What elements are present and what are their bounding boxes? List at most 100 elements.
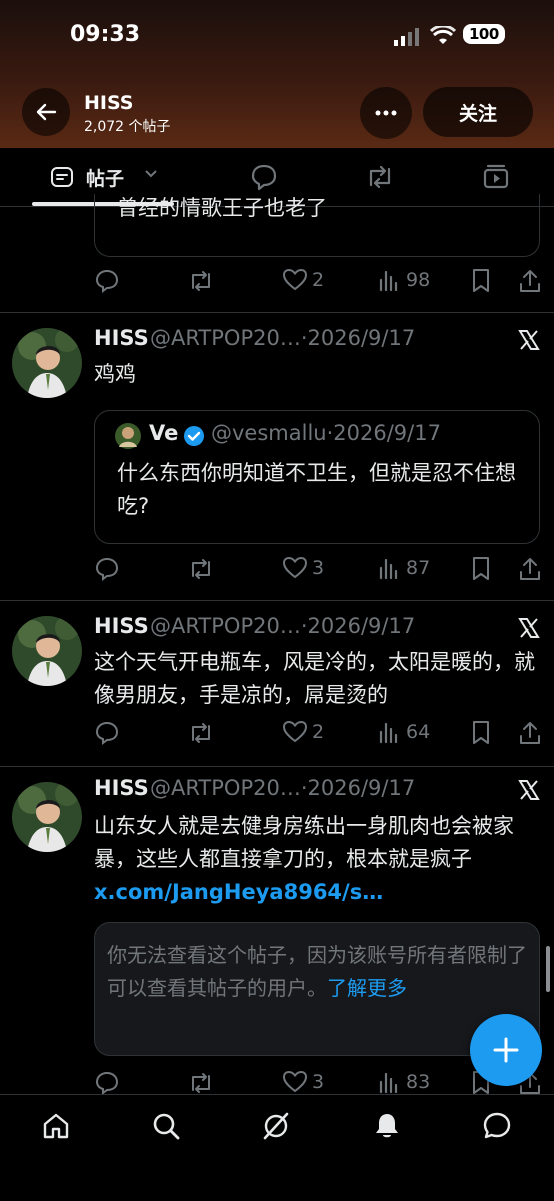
like-count: 3 bbox=[312, 557, 325, 579]
learn-more-link[interactable]: 了解更多 bbox=[327, 976, 407, 1000]
battery-indicator: 100 bbox=[463, 24, 505, 44]
messages-icon[interactable] bbox=[482, 1111, 512, 1141]
back-button[interactable] bbox=[22, 88, 70, 136]
view-count: 87 bbox=[406, 557, 431, 579]
reply-icon[interactable] bbox=[94, 556, 120, 582]
like-count: 2 bbox=[312, 269, 325, 291]
media-tab-icon[interactable] bbox=[482, 163, 510, 191]
share-icon[interactable] bbox=[518, 556, 542, 582]
author-handle-date[interactable]: @ARTPOP20…·2026/9/17 bbox=[150, 614, 415, 638]
grok-icon[interactable] bbox=[261, 1111, 291, 1141]
replies-tab-icon[interactable] bbox=[250, 163, 278, 191]
author-handle-date[interactable]: @ARTPOP20…·2026/9/17 bbox=[150, 326, 415, 350]
view-count: 64 bbox=[406, 721, 431, 743]
author-name[interactable]: HISS bbox=[94, 776, 149, 800]
views-button[interactable]: 87 bbox=[378, 556, 430, 580]
like-button[interactable]: 2 bbox=[282, 268, 324, 292]
quoted-avatar bbox=[115, 423, 141, 449]
tab-posts-label: 帖子 bbox=[86, 168, 125, 190]
views-icon bbox=[379, 722, 398, 744]
like-button[interactable]: 3 bbox=[282, 1070, 324, 1094]
views-button[interactable]: 98 bbox=[378, 268, 430, 292]
quoted-post-text: 什么东西你明知道不卫生，但就是忍不住想吃? bbox=[117, 461, 516, 518]
notifications-bell-icon[interactable] bbox=[372, 1111, 402, 1141]
reposts-tab-icon[interactable] bbox=[365, 163, 395, 191]
quoted-post-text: 曾经的情歌王子也老了 bbox=[117, 196, 327, 220]
signal-icon bbox=[394, 28, 419, 46]
verified-badge-icon bbox=[184, 426, 204, 446]
views-button[interactable]: 83 bbox=[378, 1070, 430, 1094]
heart-icon bbox=[282, 556, 308, 579]
post-text-block: 山东女人就是去健身房练出一身肌肉也会被家暴，这些人都直接拿刀的，根本就是疯子 x… bbox=[94, 810, 539, 909]
reply-icon[interactable] bbox=[94, 268, 120, 294]
home-icon[interactable] bbox=[41, 1111, 71, 1141]
status-time: 09:33 bbox=[70, 22, 141, 47]
post-text: 山东女人就是去健身房练出一身肌肉也会被家暴，这些人都直接拿刀的，根本就是疯子 bbox=[94, 814, 514, 871]
plus-icon bbox=[493, 1037, 519, 1063]
heart-icon bbox=[282, 720, 308, 743]
views-icon bbox=[379, 1072, 398, 1094]
search-icon[interactable] bbox=[151, 1111, 181, 1141]
repost-icon[interactable] bbox=[188, 1070, 214, 1096]
post-count: 2,072 个帖子 bbox=[84, 119, 171, 135]
author-handle-date[interactable]: @ARTPOP20…·2026/9/17 bbox=[150, 776, 415, 800]
arrow-left-icon bbox=[36, 103, 57, 121]
avatar-image bbox=[12, 616, 82, 686]
bottom-navigation bbox=[0, 1094, 554, 1201]
avatar-image bbox=[12, 782, 82, 852]
avatar[interactable] bbox=[12, 328, 82, 398]
notice-text: 你无法查看这个帖子，因为该账号所有者限制了可以查看其帖子的用户。 bbox=[107, 943, 527, 1000]
repost-icon[interactable] bbox=[188, 720, 214, 746]
view-count: 98 bbox=[406, 269, 431, 291]
bookmark-icon[interactable] bbox=[470, 268, 492, 294]
view-count: 83 bbox=[406, 1071, 431, 1093]
share-icon[interactable] bbox=[518, 720, 542, 746]
like-button[interactable]: 2 bbox=[282, 720, 324, 744]
bookmark-icon[interactable] bbox=[470, 720, 492, 746]
author-name[interactable]: HISS bbox=[94, 614, 149, 638]
avatar-image bbox=[12, 328, 82, 398]
wifi-icon bbox=[430, 26, 456, 44]
status-bar: 09:33 100 bbox=[0, 22, 554, 52]
post-item[interactable]: 曾经的情歌王子也老了 2 98 bbox=[0, 194, 554, 313]
heart-icon bbox=[282, 268, 308, 291]
like-count: 3 bbox=[312, 1071, 325, 1093]
post-text: 这个天气开电瓶车，风是冷的，太阳是暖的，就像男朋友，手是凉的，屌是烫的 bbox=[94, 650, 535, 707]
post-link[interactable]: x.com/JangHeya8964/s… bbox=[94, 880, 383, 904]
like-count: 2 bbox=[312, 721, 325, 743]
scrollbar[interactable] bbox=[546, 946, 550, 992]
quoted-author-meta: @vesmallu·2026/9/17 bbox=[211, 421, 441, 445]
quoted-post[interactable]: Ve @vesmallu·2026/9/17 什么东西你明知道不卫生，但就是忍不… bbox=[94, 410, 540, 544]
chevron-down-icon bbox=[145, 170, 157, 178]
more-options-button[interactable] bbox=[360, 87, 412, 139]
x-logo-icon bbox=[518, 780, 540, 800]
like-button[interactable]: 3 bbox=[282, 556, 324, 580]
heart-icon bbox=[282, 1070, 308, 1093]
repost-icon[interactable] bbox=[188, 268, 214, 294]
avatar[interactable] bbox=[12, 616, 82, 686]
reply-icon[interactable] bbox=[94, 1070, 120, 1096]
follow-button[interactable]: 关注 bbox=[423, 87, 533, 137]
post-list-icon bbox=[51, 167, 73, 187]
x-logo-icon bbox=[518, 330, 540, 350]
x-logo-icon bbox=[518, 618, 540, 638]
post-text: 鸡鸡 bbox=[94, 362, 136, 386]
repost-icon[interactable] bbox=[188, 556, 214, 582]
quoted-post[interactable]: 曾经的情歌王子也老了 bbox=[94, 194, 540, 257]
views-button[interactable]: 64 bbox=[378, 720, 430, 744]
avatar[interactable] bbox=[12, 782, 82, 852]
profile-name: HISS bbox=[84, 92, 134, 114]
post-actions: 2 64 bbox=[94, 720, 544, 750]
compose-button[interactable] bbox=[470, 1014, 542, 1086]
profile-header: 09:33 100 HISS 2,072 个帖子 关注 bbox=[0, 0, 554, 148]
post-item[interactable]: HISS @ARTPOP20…·2026/9/17 这个天气开电瓶车，风是冷的，… bbox=[0, 600, 554, 767]
post-item[interactable]: HISS @ARTPOP20…·2026/9/17 鸡鸡 Ve @vesmall… bbox=[0, 312, 554, 601]
share-icon[interactable] bbox=[518, 268, 542, 294]
views-icon bbox=[379, 558, 398, 580]
ellipsis-icon bbox=[375, 110, 397, 116]
bookmark-icon[interactable] bbox=[470, 556, 492, 582]
post-actions: 2 98 bbox=[94, 268, 544, 298]
views-icon bbox=[379, 270, 398, 292]
author-name[interactable]: HISS bbox=[94, 326, 149, 350]
reply-icon[interactable] bbox=[94, 720, 120, 746]
